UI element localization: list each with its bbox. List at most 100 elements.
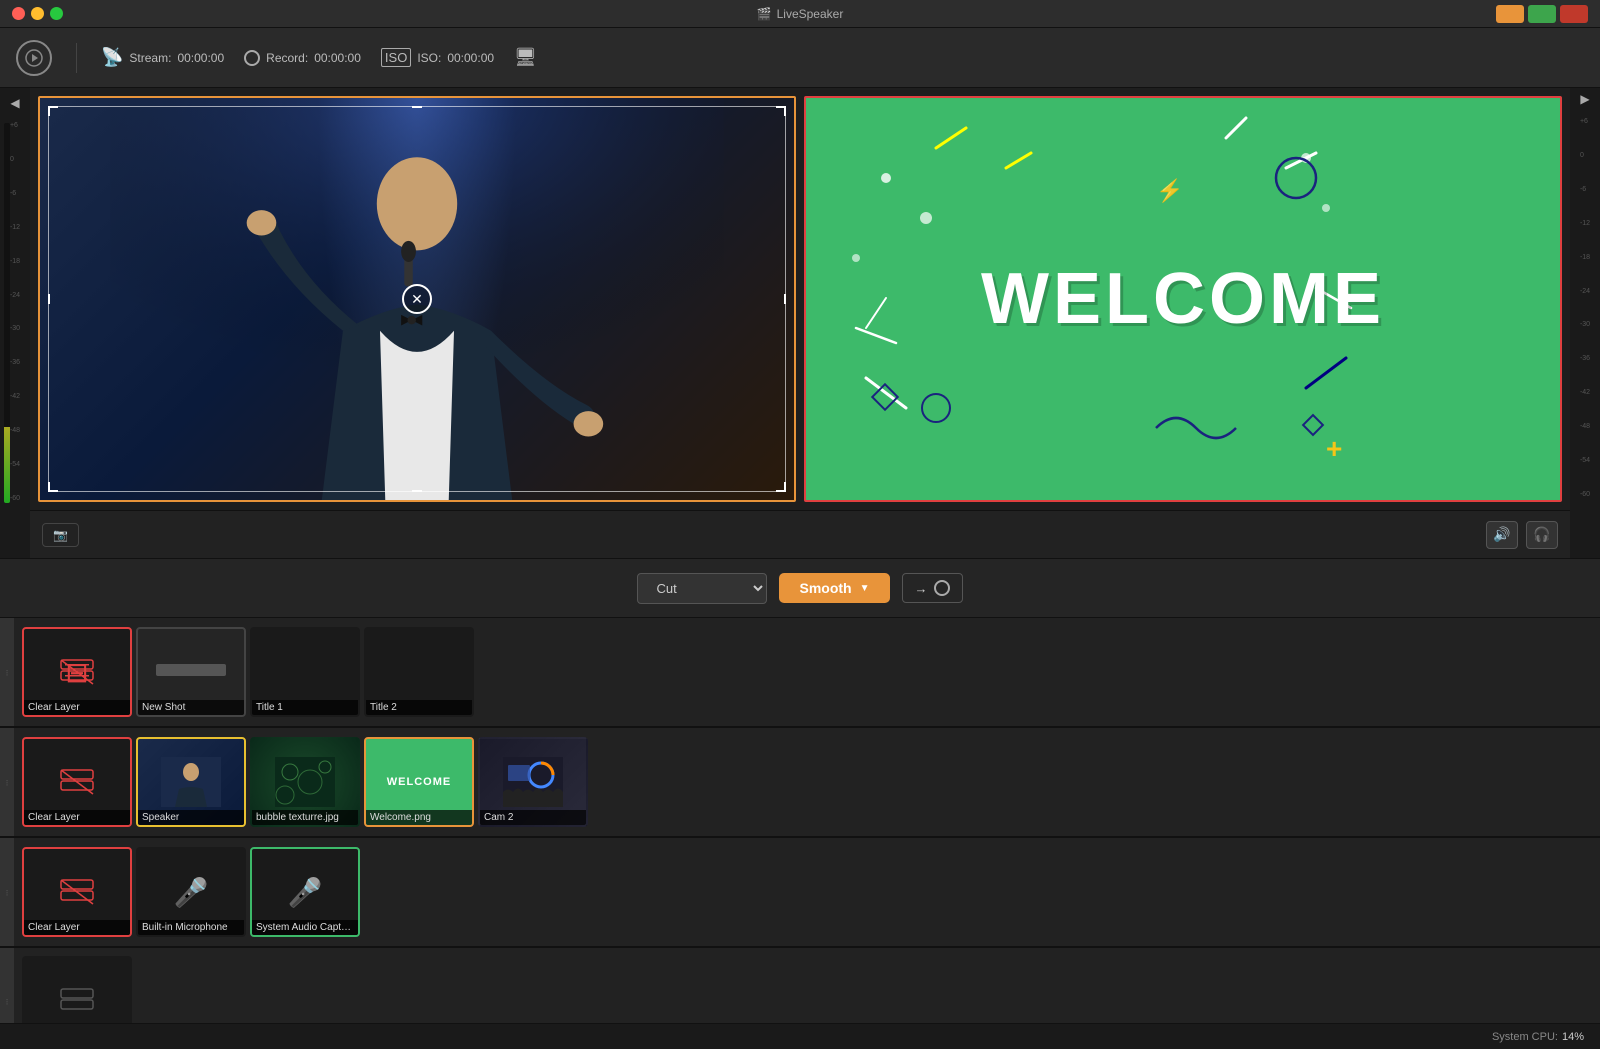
clip-clear-layer-2-label: Clear Layer [24,810,130,825]
mic-icon: 🎤 [174,876,209,909]
clip-speaker-label: Speaker [138,810,244,825]
clip-builtin-mic[interactable]: 🎤 Built-in Microphone [136,847,246,937]
smooth-chevron-icon: ▼ [860,583,870,594]
preview-row: ✕ [30,88,1570,510]
record-label: Record: [266,51,308,65]
clip-clear-layer-1[interactable]: ⊟ Clear Layer [22,627,132,717]
record-time: 00:00:00 [314,51,361,65]
vu-left-arrow[interactable]: ◀ [6,92,23,114]
layer-handle-4[interactable]: · · · [0,948,14,1023]
minimize-button[interactable] [31,7,44,20]
wifi-icon: 📡 [101,47,123,68]
cam2-svg [503,757,563,807]
toolbar: 📡 Stream: 00:00:00 Record: 00:00:00 ISO … [0,28,1600,88]
svg-text:⚡: ⚡ [1156,178,1183,204]
crop-handle-bm[interactable] [412,482,422,492]
crop-handle-tr[interactable] [776,106,786,116]
logo-icon[interactable] [16,40,52,76]
traffic-lights [12,7,63,20]
preview-panels-container: ✕ [30,88,1570,558]
clip-bubble-label: bubble texturre.jpg [252,810,358,825]
preview-panel-right[interactable]: ⚡ + WELCOME [804,96,1562,502]
smooth-label: Smooth [799,580,851,596]
vu-meter-left: ◀ +6 0 -6 -12 -18 -24 -30 -36 -42 -48 -5… [0,88,30,558]
go-circle-icon [934,580,950,596]
layer-2-clips: Clear Layer Speaker [14,728,1600,836]
monitor-icon-item[interactable]: 🖥 [514,47,537,68]
app-title: LiveSpeaker [777,7,844,21]
title-bar: 🎬 LiveSpeaker [0,0,1600,28]
newshot-bar [156,664,226,676]
smooth-button[interactable]: Smooth ▼ [779,573,889,603]
speaker-preview: ✕ [40,98,794,500]
win-btn-3[interactable] [1560,5,1588,23]
clip-sys-audio[interactable]: 🎤 System Audio Captu… [250,847,360,937]
clear-layer-4-icon [59,987,95,1015]
crop-handle-br[interactable] [776,482,786,492]
iso-time: 00:00:00 [447,51,494,65]
crop-handle-bl[interactable] [48,482,58,492]
crop-handle-tm[interactable] [412,106,422,116]
close-button[interactable] [12,7,25,20]
clip-welcome[interactable]: WELCOME Welcome.png [364,737,474,827]
crop-center-button[interactable]: ✕ [402,284,432,314]
clip-cam2[interactable]: Cam 2 [478,737,588,827]
clip-speaker[interactable]: Speaker [136,737,246,827]
clip-new-shot-label: New Shot [138,700,244,715]
camera-settings-btn[interactable]: 📷 [42,523,79,547]
crop-handle-ml[interactable] [48,294,58,304]
headphone-icon-btn[interactable]: 🎧 [1526,521,1558,549]
clip-welcome-text: WELCOME [387,776,451,788]
cpu-value: 14% [1562,1031,1584,1043]
clip-title-1[interactable]: Title 1 [250,627,360,717]
win-btn-2[interactable] [1528,5,1556,23]
stream-label: Stream: [129,51,171,65]
preview-area: ◀ +6 0 -6 -12 -18 -24 -30 -36 -42 -48 -5… [0,88,1600,558]
speaker-icon-btn[interactable]: 🔊 [1486,521,1518,549]
crop-handle-mr[interactable] [776,294,786,304]
clip-title-2[interactable]: Title 2 [364,627,474,717]
bubble-svg [275,757,335,807]
clear-layer-2-icon [59,768,95,796]
vu-scale-left: +6 0 -6 -12 -18 -24 -30 -36 -42 -48 -54 … [10,122,20,502]
clear-layer-3-icon [59,878,95,906]
iso-icon: ISO [381,48,411,67]
welcome-preview: ⚡ + WELCOME [806,98,1560,500]
separator-1 [76,43,77,73]
record-indicator[interactable]: Record: 00:00:00 [244,50,361,66]
win-btn-1[interactable] [1496,5,1524,23]
layer-handle-1[interactable]: · · · [0,618,14,726]
clip-new-shot[interactable]: New Shot [136,627,246,717]
layer-3-clips: Clear Layer 🎤 Built-in Microphone 🎤 Syst… [14,838,1600,946]
layer-strip-4: · · · [0,948,1600,1023]
preview-panel-left[interactable]: ✕ [38,96,796,502]
stream-indicator: 📡 Stream: 00:00:00 [101,47,224,68]
clip-clear-layer-3-label: Clear Layer [24,920,130,935]
clip-clear-layer-3[interactable]: Clear Layer [22,847,132,937]
go-button[interactable]: → [902,573,963,603]
title-icon: 🎬 [757,7,772,21]
crop-handle-tl[interactable] [48,106,58,116]
clear-layer-icon [59,658,95,686]
cut-select[interactable]: Cut [637,573,767,604]
clip-mic-label: Built-in Microphone [138,920,244,935]
transition-bar: Cut Smooth ▼ → [0,558,1600,618]
clip-clear-layer-2[interactable]: Clear Layer [22,737,132,827]
iso-label: ISO: [417,51,441,65]
clip-clear-layer-1-label: Clear Layer [24,700,130,715]
clip-clear-layer-4[interactable] [22,956,132,1023]
layer-handle-3[interactable]: · · · [0,838,14,946]
vu-scale-right: +6 0 -6 -12 -18 -24 -30 -36 -42 -48 -54 … [1580,118,1590,498]
fullscreen-button[interactable] [50,7,63,20]
clip-bubble-texture[interactable]: bubble texturre.jpg [250,737,360,827]
clip-speaker-svg [161,757,221,807]
arrow-icon: → [915,581,928,596]
cpu-label: System CPU: [1492,1031,1558,1043]
vu-meter-right: ▶ +6 0 -6 -12 -18 -24 -30 -36 -42 -48 -5… [1570,88,1600,558]
record-icon [244,50,260,66]
layer-strip-2: · · · Clear Layer Speaker [0,728,1600,838]
title-bar-title: 🎬 LiveSpeaker [757,7,844,21]
layer-handle-2[interactable]: · · · [0,728,14,836]
vu-right-arrow[interactable]: ▶ [1576,88,1593,110]
vu-bar-left [4,123,10,503]
